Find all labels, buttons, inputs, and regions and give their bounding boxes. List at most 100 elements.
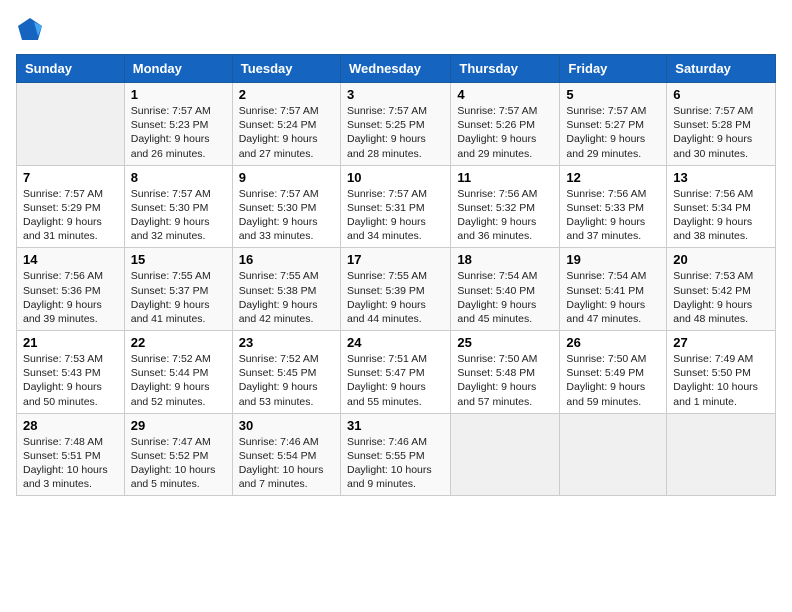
calendar-week-row: 28 Sunrise: 7:48 AM Sunset: 5:51 PM Dayl… [17, 413, 776, 496]
day-of-week-header: Wednesday [340, 55, 450, 83]
daylight-text: Daylight: 9 hours and 59 minutes. [566, 380, 660, 408]
sunrise-text: Sunrise: 7:50 AM [457, 352, 553, 366]
sunset-text: Sunset: 5:28 PM [673, 118, 769, 132]
page-header [16, 16, 776, 44]
day-number: 9 [239, 170, 334, 185]
sunset-text: Sunset: 5:47 PM [347, 366, 444, 380]
daylight-text: Daylight: 9 hours and 57 minutes. [457, 380, 553, 408]
daylight-text: Daylight: 9 hours and 47 minutes. [566, 298, 660, 326]
daylight-text: Daylight: 10 hours and 1 minute. [673, 380, 769, 408]
cell-info: Sunrise: 7:57 AM Sunset: 5:31 PM Dayligh… [347, 187, 444, 244]
sunrise-text: Sunrise: 7:50 AM [566, 352, 660, 366]
calendar-cell: 18 Sunrise: 7:54 AM Sunset: 5:40 PM Dayl… [451, 248, 560, 331]
day-number: 8 [131, 170, 226, 185]
cell-info: Sunrise: 7:57 AM Sunset: 5:23 PM Dayligh… [131, 104, 226, 161]
cell-info: Sunrise: 7:57 AM Sunset: 5:30 PM Dayligh… [131, 187, 226, 244]
sunrise-text: Sunrise: 7:55 AM [131, 269, 226, 283]
cell-info: Sunrise: 7:57 AM Sunset: 5:30 PM Dayligh… [239, 187, 334, 244]
sunrise-text: Sunrise: 7:56 AM [566, 187, 660, 201]
daylight-text: Daylight: 9 hours and 41 minutes. [131, 298, 226, 326]
calendar-cell: 7 Sunrise: 7:57 AM Sunset: 5:29 PM Dayli… [17, 165, 125, 248]
calendar-week-row: 14 Sunrise: 7:56 AM Sunset: 5:36 PM Dayl… [17, 248, 776, 331]
calendar-cell: 21 Sunrise: 7:53 AM Sunset: 5:43 PM Dayl… [17, 331, 125, 414]
daylight-text: Daylight: 9 hours and 48 minutes. [673, 298, 769, 326]
calendar-cell [560, 413, 667, 496]
sunrise-text: Sunrise: 7:57 AM [457, 104, 553, 118]
sunrise-text: Sunrise: 7:57 AM [347, 104, 444, 118]
cell-info: Sunrise: 7:50 AM Sunset: 5:49 PM Dayligh… [566, 352, 660, 409]
sunset-text: Sunset: 5:23 PM [131, 118, 226, 132]
sunrise-text: Sunrise: 7:54 AM [457, 269, 553, 283]
day-number: 24 [347, 335, 444, 350]
calendar-cell: 30 Sunrise: 7:46 AM Sunset: 5:54 PM Dayl… [232, 413, 340, 496]
day-of-week-header: Tuesday [232, 55, 340, 83]
calendar-cell: 8 Sunrise: 7:57 AM Sunset: 5:30 PM Dayli… [124, 165, 232, 248]
sunset-text: Sunset: 5:55 PM [347, 449, 444, 463]
day-of-week-header: Monday [124, 55, 232, 83]
calendar-cell: 14 Sunrise: 7:56 AM Sunset: 5:36 PM Dayl… [17, 248, 125, 331]
sunset-text: Sunset: 5:44 PM [131, 366, 226, 380]
calendar-cell: 28 Sunrise: 7:48 AM Sunset: 5:51 PM Dayl… [17, 413, 125, 496]
sunset-text: Sunset: 5:24 PM [239, 118, 334, 132]
day-number: 13 [673, 170, 769, 185]
sunrise-text: Sunrise: 7:51 AM [347, 352, 444, 366]
daylight-text: Daylight: 10 hours and 9 minutes. [347, 463, 444, 491]
cell-info: Sunrise: 7:53 AM Sunset: 5:43 PM Dayligh… [23, 352, 118, 409]
daylight-text: Daylight: 9 hours and 45 minutes. [457, 298, 553, 326]
calendar-cell: 13 Sunrise: 7:56 AM Sunset: 5:34 PM Dayl… [667, 165, 776, 248]
daylight-text: Daylight: 9 hours and 26 minutes. [131, 132, 226, 160]
calendar-header-row: SundayMondayTuesdayWednesdayThursdayFrid… [17, 55, 776, 83]
sunset-text: Sunset: 5:38 PM [239, 284, 334, 298]
calendar-cell: 20 Sunrise: 7:53 AM Sunset: 5:42 PM Dayl… [667, 248, 776, 331]
daylight-text: Daylight: 9 hours and 37 minutes. [566, 215, 660, 243]
calendar-cell: 23 Sunrise: 7:52 AM Sunset: 5:45 PM Dayl… [232, 331, 340, 414]
cell-info: Sunrise: 7:54 AM Sunset: 5:41 PM Dayligh… [566, 269, 660, 326]
calendar-cell: 16 Sunrise: 7:55 AM Sunset: 5:38 PM Dayl… [232, 248, 340, 331]
sunset-text: Sunset: 5:45 PM [239, 366, 334, 380]
daylight-text: Daylight: 9 hours and 50 minutes. [23, 380, 118, 408]
day-number: 4 [457, 87, 553, 102]
calendar-cell: 5 Sunrise: 7:57 AM Sunset: 5:27 PM Dayli… [560, 83, 667, 166]
sunrise-text: Sunrise: 7:57 AM [347, 187, 444, 201]
cell-info: Sunrise: 7:56 AM Sunset: 5:32 PM Dayligh… [457, 187, 553, 244]
sunset-text: Sunset: 5:41 PM [566, 284, 660, 298]
day-number: 12 [566, 170, 660, 185]
daylight-text: Daylight: 9 hours and 55 minutes. [347, 380, 444, 408]
sunrise-text: Sunrise: 7:57 AM [239, 104, 334, 118]
daylight-text: Daylight: 9 hours and 36 minutes. [457, 215, 553, 243]
calendar-cell [17, 83, 125, 166]
sunset-text: Sunset: 5:36 PM [23, 284, 118, 298]
daylight-text: Daylight: 9 hours and 31 minutes. [23, 215, 118, 243]
day-number: 30 [239, 418, 334, 433]
sunrise-text: Sunrise: 7:52 AM [131, 352, 226, 366]
cell-info: Sunrise: 7:57 AM Sunset: 5:25 PM Dayligh… [347, 104, 444, 161]
cell-info: Sunrise: 7:55 AM Sunset: 5:39 PM Dayligh… [347, 269, 444, 326]
sunrise-text: Sunrise: 7:48 AM [23, 435, 118, 449]
day-number: 25 [457, 335, 553, 350]
sunrise-text: Sunrise: 7:56 AM [23, 269, 118, 283]
cell-info: Sunrise: 7:53 AM Sunset: 5:42 PM Dayligh… [673, 269, 769, 326]
daylight-text: Daylight: 9 hours and 33 minutes. [239, 215, 334, 243]
sunrise-text: Sunrise: 7:57 AM [131, 187, 226, 201]
cell-info: Sunrise: 7:57 AM Sunset: 5:26 PM Dayligh… [457, 104, 553, 161]
day-of-week-header: Thursday [451, 55, 560, 83]
cell-info: Sunrise: 7:52 AM Sunset: 5:45 PM Dayligh… [239, 352, 334, 409]
cell-info: Sunrise: 7:48 AM Sunset: 5:51 PM Dayligh… [23, 435, 118, 492]
sunrise-text: Sunrise: 7:55 AM [239, 269, 334, 283]
sunrise-text: Sunrise: 7:57 AM [673, 104, 769, 118]
day-number: 31 [347, 418, 444, 433]
day-number: 28 [23, 418, 118, 433]
sunrise-text: Sunrise: 7:49 AM [673, 352, 769, 366]
day-number: 11 [457, 170, 553, 185]
daylight-text: Daylight: 9 hours and 32 minutes. [131, 215, 226, 243]
sunset-text: Sunset: 5:42 PM [673, 284, 769, 298]
daylight-text: Daylight: 9 hours and 53 minutes. [239, 380, 334, 408]
sunset-text: Sunset: 5:37 PM [131, 284, 226, 298]
day-number: 15 [131, 252, 226, 267]
sunset-text: Sunset: 5:25 PM [347, 118, 444, 132]
sunset-text: Sunset: 5:27 PM [566, 118, 660, 132]
calendar-cell: 3 Sunrise: 7:57 AM Sunset: 5:25 PM Dayli… [340, 83, 450, 166]
day-number: 23 [239, 335, 334, 350]
day-number: 17 [347, 252, 444, 267]
day-number: 1 [131, 87, 226, 102]
